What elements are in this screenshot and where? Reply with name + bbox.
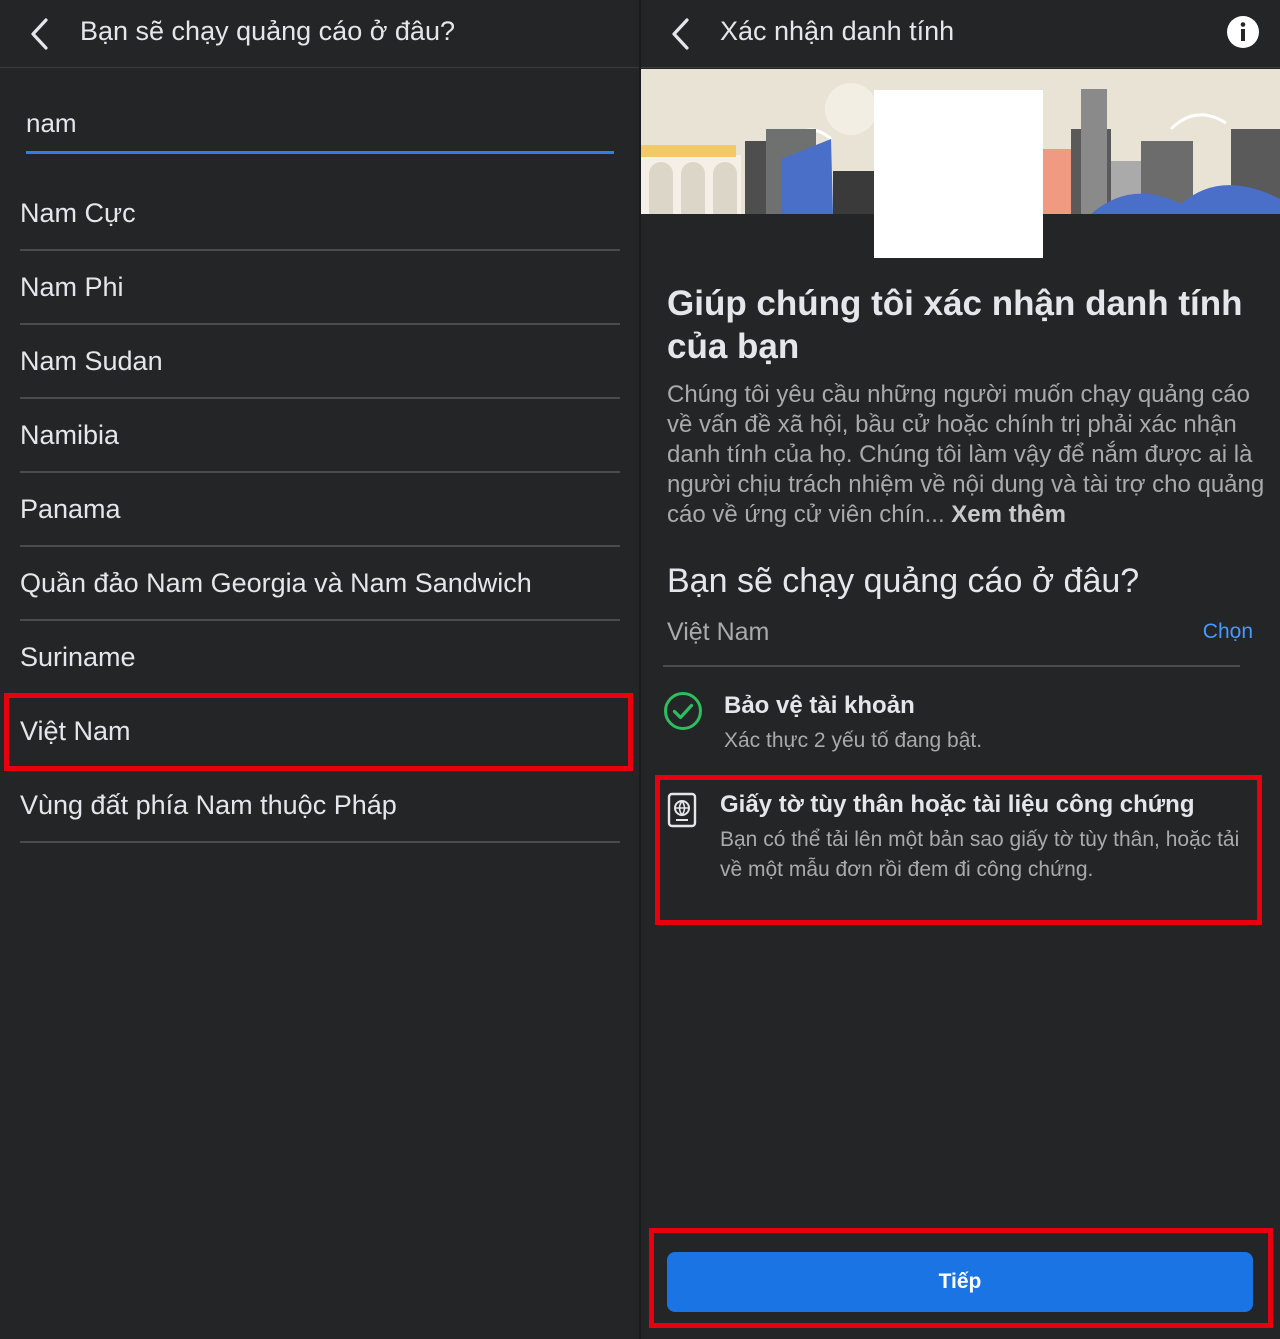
highlight-box-identity-document	[655, 775, 1262, 925]
see-more-link[interactable]: Xem thêm	[951, 501, 1066, 528]
country-select-panel: Bạn sẽ chạy quảng cáo ở đâu? Nam Cực Nam…	[0, 0, 639, 1339]
list-item[interactable]: Namibia	[20, 399, 620, 473]
step-subtitle: Xác thực 2 yếu tố đang bật.	[724, 729, 983, 752]
divider	[663, 665, 1240, 667]
info-icon[interactable]	[1226, 15, 1260, 49]
list-item[interactable]: Panama	[20, 473, 620, 547]
choose-link[interactable]: Chọn	[1203, 620, 1253, 644]
page-title: Xác nhận danh tính	[720, 16, 955, 46]
description: Chúng tôi yêu cầu những người muốn chạy …	[667, 380, 1267, 530]
back-arrow-icon[interactable]	[663, 12, 703, 56]
list-item[interactable]: Quần đảo Nam Georgia và Nam Sandwich	[20, 547, 620, 621]
back-arrow-icon[interactable]	[22, 12, 62, 56]
main-title: Giúp chúng tôi xác nhận danh tính của bạ…	[667, 284, 1243, 366]
search-underline	[26, 151, 614, 154]
search-input[interactable]	[26, 96, 614, 150]
check-circle-icon	[663, 691, 703, 736]
right-header: Xác nhận danh tính	[641, 0, 1280, 68]
highlight-box-next-button	[649, 1228, 1273, 1328]
list-item[interactable]: Suriname	[20, 621, 620, 695]
page-title: Bạn sẽ chạy quảng cáo ở đâu?	[80, 16, 455, 46]
identity-card-image	[874, 90, 1043, 258]
list-item[interactable]: Nam Cực	[20, 178, 620, 251]
list-item[interactable]: Nam Phi	[20, 251, 620, 325]
search-box[interactable]	[26, 96, 614, 154]
section-question: Bạn sẽ chạy quảng cáo ở đâu?	[667, 562, 1140, 600]
highlight-box-vietnam	[4, 693, 633, 771]
selected-country: Việt Nam	[667, 618, 770, 646]
left-header: Bạn sẽ chạy quảng cáo ở đâu?	[0, 0, 639, 68]
list-item[interactable]: Vùng đất phía Nam thuộc Pháp	[20, 769, 620, 843]
identity-confirm-panel: Xác nhận danh tính Giúp chúng tôi xác nh…	[641, 0, 1280, 1339]
list-item[interactable]: Nam Sudan	[20, 325, 620, 399]
step-title: Bảo vệ tài khoản	[724, 692, 915, 719]
